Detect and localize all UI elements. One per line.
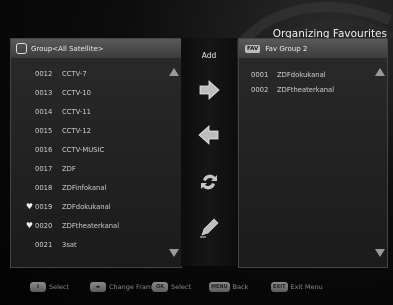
footer-hints: ⇕ Select ◂▸ Change Fram OK Select MENU B… bbox=[0, 270, 393, 305]
favorite-channel-list: 0001 ZDFdokukanal 0002 ZDFtheaterkanal bbox=[251, 67, 334, 97]
group-label: Group<All Satellite> bbox=[31, 44, 104, 53]
channel-name: CCTV-7 bbox=[62, 69, 87, 78]
fav-group-label: Fav Group 2 bbox=[265, 44, 308, 53]
favorite-channel-row[interactable]: 0001 ZDFdokukanal bbox=[251, 67, 334, 82]
menu-key-icon: MENU bbox=[209, 282, 230, 292]
channel-name: CCTV-MUSIC bbox=[62, 145, 105, 154]
scroll-down-arrow-icon[interactable] bbox=[169, 249, 179, 257]
hint-label: Select bbox=[171, 283, 192, 291]
add-label: Add bbox=[201, 51, 217, 60]
channel-name: ZDFdokukanal bbox=[62, 202, 111, 211]
channel-row[interactable]: ♥ 0019 ZDFdokukanal bbox=[11, 197, 161, 216]
hint-label: Select bbox=[49, 283, 70, 291]
channel-row[interactable]: ♥ 0012 CCTV-7 bbox=[11, 64, 161, 83]
arrow-right-icon[interactable] bbox=[197, 78, 221, 102]
hint-exit: EXIT Exit Menu bbox=[271, 282, 323, 292]
channel-list: ♥ 0012 CCTV-7 ♥ 0013 CCTV-10 ♥ 0014 CCTV… bbox=[11, 64, 161, 254]
channel-row[interactable]: ♥ 0018 ZDFinfokanal bbox=[11, 178, 161, 197]
hint-label: Back bbox=[232, 283, 249, 291]
channel-row[interactable]: ♥ 0015 CCTV-12 bbox=[11, 121, 161, 140]
leftright-key-icon: ◂▸ bbox=[90, 282, 106, 292]
channel-row[interactable]: ♥ 0014 CCTV-11 bbox=[11, 102, 161, 121]
channel-name: 3sat bbox=[62, 240, 77, 249]
channel-row[interactable]: ♥ 0013 CCTV-10 bbox=[11, 83, 161, 102]
scroll-up-arrow-icon[interactable] bbox=[169, 68, 179, 76]
channel-number: 0013 bbox=[35, 88, 53, 97]
channel-number: 0014 bbox=[35, 107, 53, 116]
channel-name: CCTV-12 bbox=[62, 126, 91, 135]
hint-select: ⇕ Select bbox=[30, 282, 69, 292]
arrow-left-icon[interactable] bbox=[197, 123, 221, 147]
channel-name: CCTV-11 bbox=[62, 107, 91, 116]
channel-number: 0019 bbox=[35, 202, 53, 211]
group-icon bbox=[16, 43, 27, 54]
channel-number: 0012 bbox=[35, 69, 53, 78]
edit-icon[interactable] bbox=[197, 216, 221, 240]
channel-number: 0015 bbox=[35, 126, 53, 135]
channel-number: 0020 bbox=[35, 221, 53, 230]
ok-key-icon: OK bbox=[152, 282, 168, 292]
hint-menu: MENU Back bbox=[209, 282, 248, 292]
updown-key-icon: ⇕ bbox=[30, 282, 46, 292]
favorite-channel-row[interactable]: 0002 ZDFtheaterkanal bbox=[251, 82, 334, 97]
channel-row[interactable]: ♥ 0016 CCTV-MUSIC bbox=[11, 140, 161, 159]
hint-label: Change Fram bbox=[109, 283, 153, 291]
channel-name: ZDFtheaterkanal bbox=[62, 221, 120, 230]
exit-key-icon: EXIT bbox=[271, 282, 288, 292]
channel-row[interactable]: ♥ 0017 ZDF bbox=[11, 159, 161, 178]
hint-change-frame: ◂▸ Change Fram bbox=[90, 282, 152, 292]
swap-icon[interactable] bbox=[197, 170, 221, 194]
channel-number: 0021 bbox=[35, 240, 53, 249]
hint-label: Exit Menu bbox=[290, 283, 323, 291]
channel-row[interactable]: ♥ 0021 3sat bbox=[11, 235, 161, 254]
fav-group-header[interactable]: FAV Fav Group 2 bbox=[239, 39, 387, 58]
channel-number: 0002 bbox=[251, 85, 269, 94]
channel-name: ZDFdokukanal bbox=[277, 70, 326, 79]
scroll-up-arrow-icon[interactable] bbox=[375, 68, 385, 76]
channel-name: CCTV-10 bbox=[62, 88, 91, 97]
group-header[interactable]: Group<All Satellite> bbox=[11, 39, 181, 58]
channel-name: ZDF bbox=[62, 164, 76, 173]
all-channels-panel: Group<All Satellite> ♥ 0012 CCTV-7 ♥ 001… bbox=[10, 38, 182, 268]
scroll-down-arrow-icon[interactable] bbox=[375, 249, 385, 257]
hint-ok: OK Select bbox=[152, 282, 191, 292]
heart-icon: ♥ bbox=[25, 221, 34, 230]
channel-row[interactable]: ♥ 0020 ZDFtheaterkanal bbox=[11, 216, 161, 235]
channel-name: ZDFinfokanal bbox=[62, 183, 107, 192]
channel-number: 0017 bbox=[35, 164, 53, 173]
fav-badge: FAV bbox=[245, 44, 261, 53]
favorite-group-panel: FAV Fav Group 2 0001 ZDFdokukanal 0002 Z… bbox=[238, 38, 388, 268]
action-column: Add bbox=[181, 38, 237, 266]
channel-number: 0016 bbox=[35, 145, 53, 154]
heart-icon: ♥ bbox=[25, 202, 34, 211]
channel-name: ZDFtheaterkanal bbox=[277, 85, 335, 94]
channel-number: 0001 bbox=[251, 70, 269, 79]
channel-number: 0018 bbox=[35, 183, 53, 192]
